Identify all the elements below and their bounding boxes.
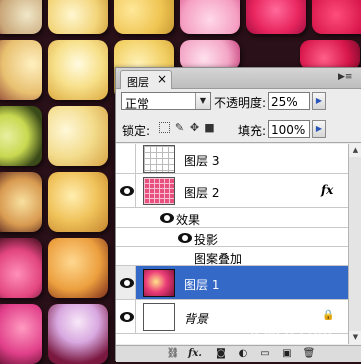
effect-name: 投影 xyxy=(194,233,219,247)
fill-field[interactable]: 100% xyxy=(268,120,310,138)
photo-tile xyxy=(48,106,108,166)
eye-icon xyxy=(120,186,134,196)
layers-toolbar: ⛓ fx. ◙ ◐ ▭ ▣ 🗑 xyxy=(116,345,361,362)
photo-tile xyxy=(0,40,42,100)
photo-tile xyxy=(0,172,42,232)
eye-icon xyxy=(120,278,134,288)
effects-label: 效果 xyxy=(176,213,201,227)
eye-icon[interactable] xyxy=(178,233,192,243)
visibility-toggle[interactable] xyxy=(116,144,136,173)
opacity-slider-button[interactable]: ▶ xyxy=(312,92,326,110)
layer-thumbnail xyxy=(143,303,175,331)
layer-row-layer1[interactable]: 图层 1 xyxy=(116,266,348,300)
lock-position-icon[interactable]: ✥ xyxy=(189,122,200,133)
link-icon[interactable]: ⛓ xyxy=(166,347,180,361)
tab-layers-label: 图层 xyxy=(127,76,149,89)
adjustment-icon[interactable]: ◐ xyxy=(236,347,250,361)
eye-icon[interactable] xyxy=(160,213,174,223)
visibility-toggle[interactable] xyxy=(116,266,136,299)
lock-transparency-icon[interactable] xyxy=(159,122,170,133)
mask-icon[interactable]: ◙ xyxy=(214,347,228,361)
scroll-up-icon[interactable]: ▲ xyxy=(349,144,361,157)
photo-tile xyxy=(48,304,108,364)
layer-thumbnail xyxy=(143,145,175,173)
photo-tile xyxy=(0,0,42,34)
layer-name: 图层 2 xyxy=(184,186,220,200)
photo-tile xyxy=(312,0,361,34)
blend-mode-select[interactable]: 正常 ▼ xyxy=(121,92,211,111)
photo-tile xyxy=(246,0,306,34)
photo-tile xyxy=(48,40,108,100)
chevron-down-icon: ▼ xyxy=(195,93,210,109)
folder-icon[interactable]: ▭ xyxy=(258,347,272,361)
trash-icon[interactable]: 🗑 xyxy=(302,347,316,361)
opacity-label: 不透明度: xyxy=(214,96,267,110)
photo-tile xyxy=(0,238,42,298)
opacity-value: 25% xyxy=(271,95,298,109)
lock-icon: 🔒 xyxy=(322,310,335,321)
layer-row-background[interactable]: 背景 🔒 xyxy=(116,300,348,334)
effect-name: 图案叠加 xyxy=(194,252,243,266)
effects-row[interactable]: 效果 xyxy=(116,208,348,228)
visibility-toggle[interactable] xyxy=(116,300,136,333)
layer-thumbnail xyxy=(143,269,175,297)
layer-row-layer3[interactable]: 图层 3 xyxy=(116,144,348,174)
photo-tile xyxy=(180,0,240,34)
fill-slider-button[interactable]: ▶ xyxy=(312,120,326,138)
lock-label: 锁定: xyxy=(122,124,151,138)
layer-thumbnail xyxy=(143,177,175,205)
effect-row-pattern-overlay[interactable]: 图案叠加 xyxy=(116,247,348,266)
lock-paint-icon[interactable]: ✎ xyxy=(174,122,185,133)
photo-tile xyxy=(180,40,240,70)
photo-tile xyxy=(0,304,42,364)
fill-label: 填充: xyxy=(238,124,267,138)
blend-mode-value: 正常 xyxy=(125,97,150,111)
layer-list: 图层 3 图层 2 fx 效果 投影 图案叠加 图层 1 背景 🔒 xyxy=(116,144,348,344)
panel-tab-bar: 图层 × ▶≡ xyxy=(116,68,361,89)
divider xyxy=(116,142,361,143)
photo-tile xyxy=(48,238,108,298)
photo-tile xyxy=(0,106,42,166)
eye-icon xyxy=(120,312,134,322)
layer-list-scrollbar[interactable]: ▲ ▼ xyxy=(348,144,361,344)
fx-icon[interactable]: fx. xyxy=(188,347,202,361)
new-layer-icon[interactable]: ▣ xyxy=(280,347,294,361)
photo-tile xyxy=(300,40,360,70)
photo-tile xyxy=(114,0,174,34)
visibility-toggle[interactable] xyxy=(116,174,136,207)
layer-row-layer2[interactable]: 图层 2 fx xyxy=(116,174,348,208)
panel-menu-icon[interactable]: ▶≡ xyxy=(338,72,352,82)
lock-all-icon[interactable]: ■ xyxy=(204,122,215,133)
photo-tile xyxy=(48,0,108,34)
tab-layers[interactable]: 图层 × xyxy=(120,70,172,89)
photo-tile xyxy=(48,172,108,232)
close-icon[interactable]: × xyxy=(157,72,167,86)
fx-icon[interactable]: fx xyxy=(321,183,333,197)
layer-name: 背景 xyxy=(184,312,209,326)
fill-value: 100% xyxy=(271,123,306,137)
effect-row-drop-shadow[interactable]: 投影 xyxy=(116,228,348,247)
layers-panel: 图层 × ▶≡ 正常 ▼ 不透明度: 25% ▶ 锁定: ✎ ✥ ■ 填充: 1… xyxy=(115,67,361,362)
layer-name: 图层 3 xyxy=(184,154,220,168)
scroll-down-icon[interactable]: ▼ xyxy=(349,331,361,344)
opacity-field[interactable]: 25% xyxy=(268,92,310,110)
layer-name: 图层 1 xyxy=(184,278,220,292)
